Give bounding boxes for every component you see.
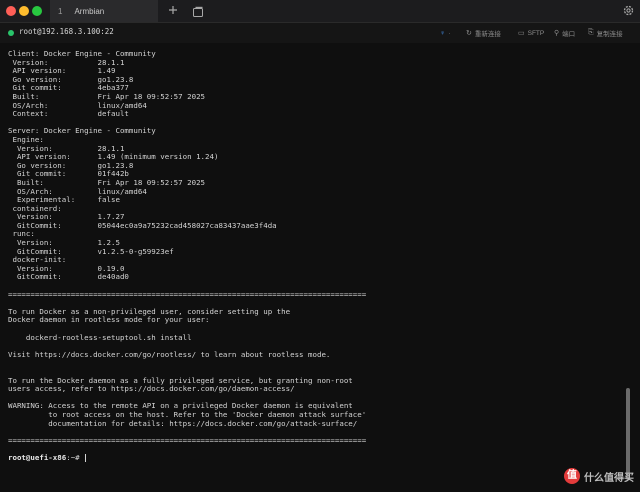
terminal-line: ========================================… [8,289,367,299]
terminal-line: users access, refer to https://docs.dock… [8,384,295,394]
tab-title: Armbian [74,6,105,16]
copy-connection-button[interactable]: ⎘ 复制连接 [588,27,623,39]
tab-number: 1 [58,6,63,16]
title-bar: 1 Armbian [0,0,640,23]
plus-icon [169,6,177,14]
highlight-button[interactable]: ♀ · [440,27,450,39]
plug-icon: ⚲ [554,30,560,37]
new-tab-button[interactable] [166,3,180,17]
terminal-line: dockerd-rootless-setuptool.sh install [8,332,192,342]
prompt-suffix: :~# [66,452,85,462]
terminal-line: Visit https://docs.docker.com/go/rootles… [8,349,331,359]
refresh-icon: ↻ [466,30,472,37]
tab-armbian[interactable]: 1 Armbian [50,0,158,22]
prompt-user: root@uefi-x86 [8,452,67,462]
terminal-line: GitCommit: v1.2.5-0-g59923ef [8,246,174,256]
session-bar: root@192.168.3.100:22 ♀ · ↻ 重新连接 ▭ SFTP … [0,23,640,43]
terminal-line: GitCommit: de40ad0 [8,272,129,282]
lightbulb-icon: ♀ [440,29,446,37]
terminal-line: Docker daemon in rootless mode for your … [8,315,210,325]
watermark-text: 什么值得买 [584,472,634,484]
new-window-button[interactable] [192,5,204,17]
terminal-line: documentation for details: https://docs.… [8,418,358,428]
terminal-output[interactable]: Client: Docker Engine - Community Versio… [8,50,620,488]
terminal-line: ========================================… [8,435,367,445]
terminal-line: Server: Docker Engine - Community [8,126,156,136]
host-label: root@192.168.3.100:22 [19,27,114,36]
reconnect-button[interactable]: ↻ 重新连接 [466,27,501,39]
close-window-button[interactable] [6,6,16,16]
gear-icon [623,5,634,16]
terminal-line: Context: default [8,109,129,119]
terminal-line: Experimental: false [8,195,120,205]
folder-icon: ▭ [518,30,525,37]
connection-status-icon [8,30,14,36]
window-icon [193,6,203,17]
terminal-line: GitCommit: 05044ec0a9a75232cad458027ca83… [8,220,277,230]
watermark-badge-icon: 值 [564,468,580,484]
terminal-prompt[interactable]: root@uefi-x86:~# [8,452,620,463]
watermark: 值 什么值得买 [564,468,634,484]
link-icon: ⎘ [588,29,594,36]
minimize-window-button[interactable] [19,6,29,16]
sftp-button[interactable]: ▭ SFTP [518,27,544,39]
text-cursor [85,453,87,462]
maximize-window-button[interactable] [32,6,42,16]
settings-button[interactable] [622,4,635,17]
terminal-scrollbar[interactable] [626,388,630,480]
port-button[interactable]: ⚲ 端口 [554,27,575,39]
